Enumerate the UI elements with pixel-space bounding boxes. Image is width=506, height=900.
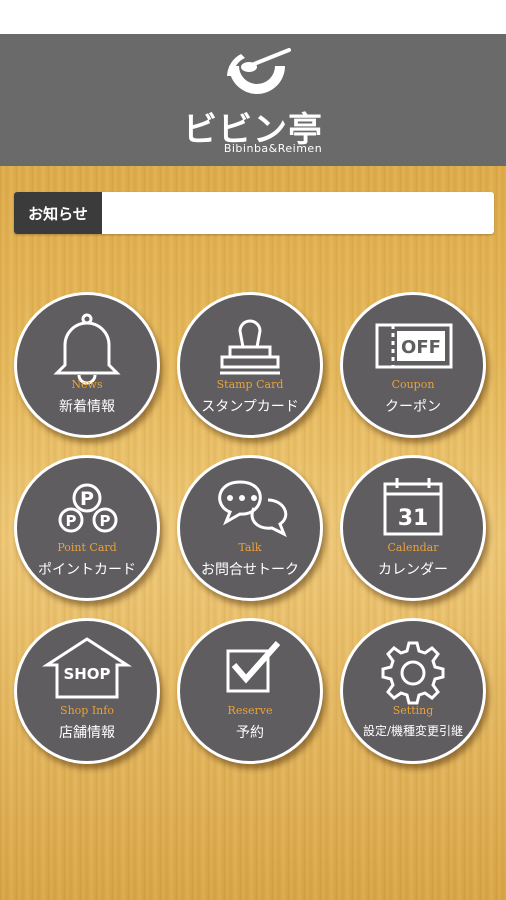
menu-tile-talk[interactable]: Talk お問合せトーク: [177, 455, 323, 601]
tile-label-jp: カレンダー: [378, 562, 448, 578]
tile-label-jp: クーポン: [385, 399, 441, 415]
tile-label-en: Shop Info: [60, 704, 114, 717]
svg-text:31: 31: [398, 506, 429, 531]
bowl-logo-icon: [227, 48, 291, 94]
gear-icon: [381, 641, 445, 705]
menu-tile-point-card[interactable]: P P P Point Card ポイントカード: [14, 455, 160, 601]
menu-tile-coupon[interactable]: OFF Coupon クーポン: [340, 292, 486, 438]
svg-text:P: P: [100, 512, 111, 530]
tile-label-jp: 予約: [236, 725, 264, 741]
tile-label-en: Reserve: [227, 704, 273, 717]
tile-label-jp: 設定/機種変更引継: [362, 724, 464, 738]
tile-label-en: Calendar: [387, 541, 439, 554]
tile-label-en: News: [71, 378, 103, 391]
tile-label-en: Stamp Card: [216, 378, 284, 391]
tile-label-jp: 新着情報: [59, 399, 115, 415]
svg-text:SHOP: SHOP: [63, 665, 110, 683]
tile-label-en: Point Card: [57, 541, 117, 554]
tile-label-en: Coupon: [391, 378, 435, 391]
menu-tile-shop-info[interactable]: SHOP Shop Info 店舗情報: [14, 618, 160, 764]
tile-label-jp: お問合せトーク: [201, 562, 299, 578]
tile-label-jp: ポイントカード: [38, 562, 136, 578]
status-bar: [0, 0, 506, 34]
logo-subtitle: Bibinba&Reimen: [223, 142, 323, 155]
news-label: お知らせ: [14, 192, 102, 234]
news-ticker[interactable]: お知らせ: [14, 192, 494, 234]
svg-text:P: P: [66, 512, 77, 530]
svg-text:P: P: [80, 488, 94, 510]
menu-tile-stamp-card[interactable]: Stamp Card スタンプカード: [177, 292, 323, 438]
menu-tile-setting[interactable]: Setting 設定/機種変更引継: [340, 618, 486, 764]
tile-label-jp: 店舗情報: [59, 725, 115, 741]
tile-label-en: Talk: [238, 541, 262, 554]
menu-tile-reserve[interactable]: Reserve 予約: [177, 618, 323, 764]
menu-tile-news[interactable]: News 新着情報: [14, 292, 160, 438]
menu-tile-calendar[interactable]: 31 Calendar カレンダー: [340, 455, 486, 601]
svg-text:OFF: OFF: [401, 337, 441, 358]
tile-label-en: Setting: [392, 704, 434, 717]
tile-label-jp: スタンプカード: [201, 399, 299, 415]
